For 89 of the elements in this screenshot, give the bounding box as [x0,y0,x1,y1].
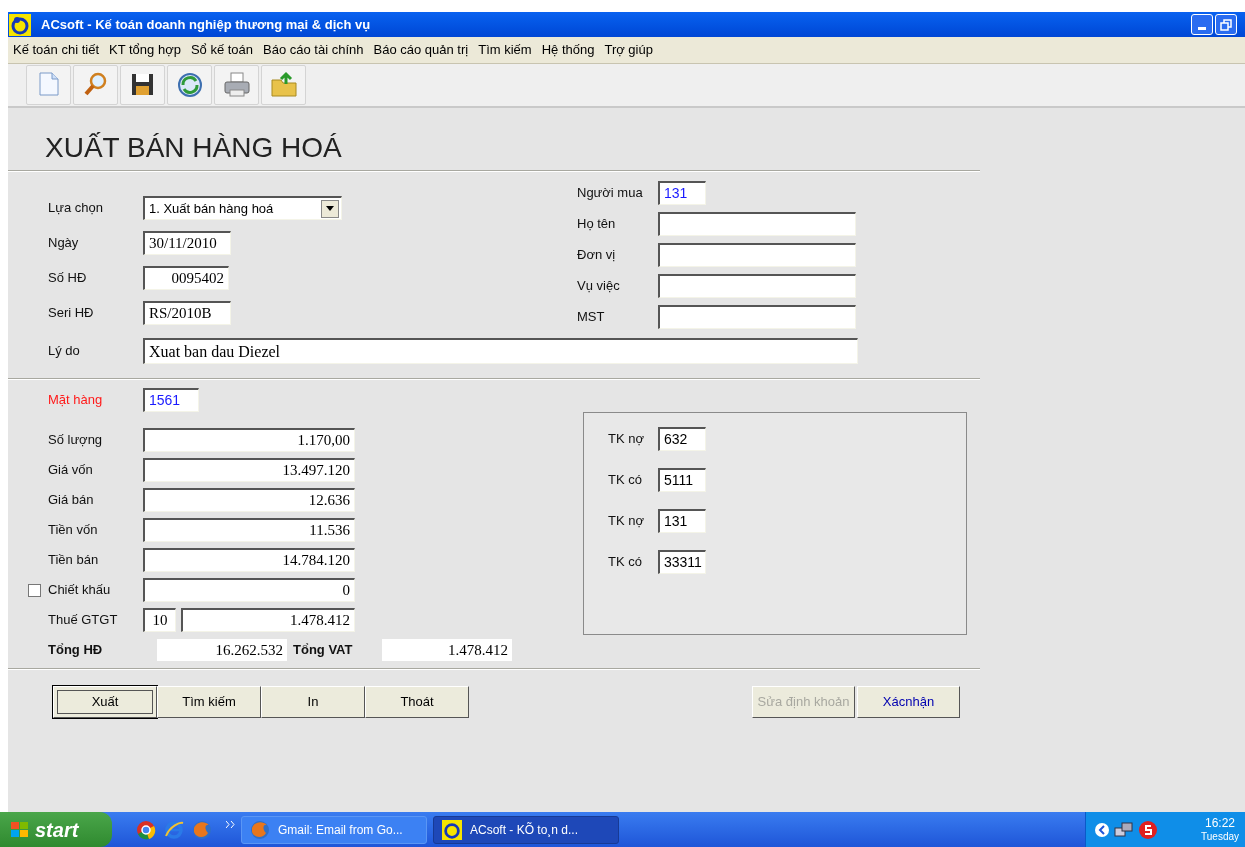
action-button[interactable]: Xácnhận [857,686,960,718]
input-field[interactable]: 12.636 [143,488,355,512]
field-label: Lựa chọn [48,199,104,218]
input-field[interactable]: 0 [143,578,355,602]
chrome-icon[interactable] [136,819,156,840]
network-icon[interactable] [1114,820,1134,839]
field-label: Lý do [48,342,81,361]
windows-flag-icon [10,820,30,839]
input-field[interactable]: 13.497.120 [143,458,355,482]
menu-item[interactable]: Báo cáo quản trị [368,40,474,60]
field-label: Tiền bán [48,551,99,570]
field-label: Mặt hàng [48,391,104,410]
menu-item[interactable]: Kế toán chi tiết [8,40,104,60]
input-field[interactable] [658,274,856,298]
restore-icon [1220,18,1232,31]
field-label: Đơn vị [577,246,617,265]
field-label: TK có [608,471,643,490]
menu-item[interactable]: Trợ giúp [599,40,658,60]
collapse-icon[interactable] [1094,821,1110,838]
input-field[interactable]: 14.784.120 [143,548,355,572]
input-field[interactable]: 33311 [658,550,706,574]
field-label: Họ tên [577,215,617,234]
menu-item[interactable]: Sổ kế toán [185,40,259,60]
input-field[interactable]: 5111 [658,468,706,492]
input-field[interactable]: 1.170,00 [143,428,355,452]
clock-day: Tuesday [1201,829,1239,843]
input-field[interactable]: 131 [658,509,706,533]
field-label: Thuế GTGT [48,611,118,630]
printer-icon [221,70,252,100]
minimize-button[interactable] [1191,14,1213,35]
clock-time: 16:22 [1205,816,1235,830]
field-label: Giá bán [48,491,94,510]
field-label: Giá vốn [48,461,93,480]
taskbar-button[interactable]: Gmail: Email from Go... [241,815,427,844]
action-button[interactable]: Thoát [365,686,469,718]
field-label: TK có [608,553,643,572]
input-field[interactable] [658,243,856,267]
menu-item[interactable]: Báo cáo tài chính [258,40,369,60]
window-title: ACsoft - Kế toán doanh nghiệp thương mại & dịch vụ [41,15,371,34]
input-field[interactable] [658,212,856,236]
action-button[interactable]: Tìm kiếm [157,686,261,718]
input-field[interactable]: 632 [658,427,706,451]
field-label: MST [577,308,606,327]
input-field[interactable]: 131 [658,181,706,205]
input-field[interactable]: 1561 [143,388,199,412]
checkbox[interactable] [28,583,41,597]
total-label: Tổng HĐ [48,641,104,660]
app-logo-icon [442,819,462,840]
open-folder-icon [268,70,299,100]
refresh-button[interactable] [167,65,212,105]
taskbar-button[interactable]: ACsoft - KÕ to¸n d... [433,815,619,844]
field-label: Người mua [577,184,644,203]
field-label: Seri HĐ [48,304,95,323]
menu-item[interactable]: Hệ thống [536,40,600,60]
dropdown[interactable]: 1. Xuất bán hàng hoá [143,196,342,220]
chevron-icon [226,821,235,828]
s-logo-icon[interactable] [1138,819,1158,840]
input-field[interactable]: 11.536 [143,518,355,542]
total-value: 1.478.412 [382,639,512,661]
action-button[interactable]: Xuất [53,686,157,718]
field-label: Ngày [48,234,80,253]
open-folder-button[interactable] [261,65,306,105]
menu-item[interactable]: KT tổng hợp [104,40,186,60]
browser-e-icon[interactable] [164,819,184,840]
total-label: Tổng VAT [293,641,354,660]
input-field[interactable]: 30/11/2010 [143,231,231,255]
input-field[interactable]: Xuat ban dau Diezel [143,338,858,364]
field-label: Vụ việc [577,277,621,296]
start-button[interactable]: start [0,812,112,847]
total-value: 16.262.532 [157,639,287,661]
printer-button[interactable] [214,65,259,105]
restore-button[interactable] [1215,14,1237,35]
field-label: Số HĐ [48,269,88,288]
menu-item[interactable]: Tìm kiếm [473,40,537,60]
form-heading: XUẤT BÁN HÀNG HOÁ [45,132,343,164]
field-label: TK nợ [608,512,645,531]
input-field[interactable]: 0095402 [143,266,229,290]
input-field[interactable]: 1.478.412 [181,608,355,632]
fox-globe-icon [250,819,270,840]
field-label: Tiền vốn [48,521,98,540]
input-field[interactable] [658,305,856,329]
action-button[interactable]: In [261,686,365,718]
input-field[interactable]: RS/2010B [143,301,231,325]
field-label: Chiết khấu [48,581,111,600]
app-logo-icon [9,13,31,36]
field-label: TK nợ [608,430,645,449]
input-field[interactable]: 10 [143,608,176,632]
save-button[interactable] [120,65,165,105]
field-label: Số lượng [48,431,103,450]
